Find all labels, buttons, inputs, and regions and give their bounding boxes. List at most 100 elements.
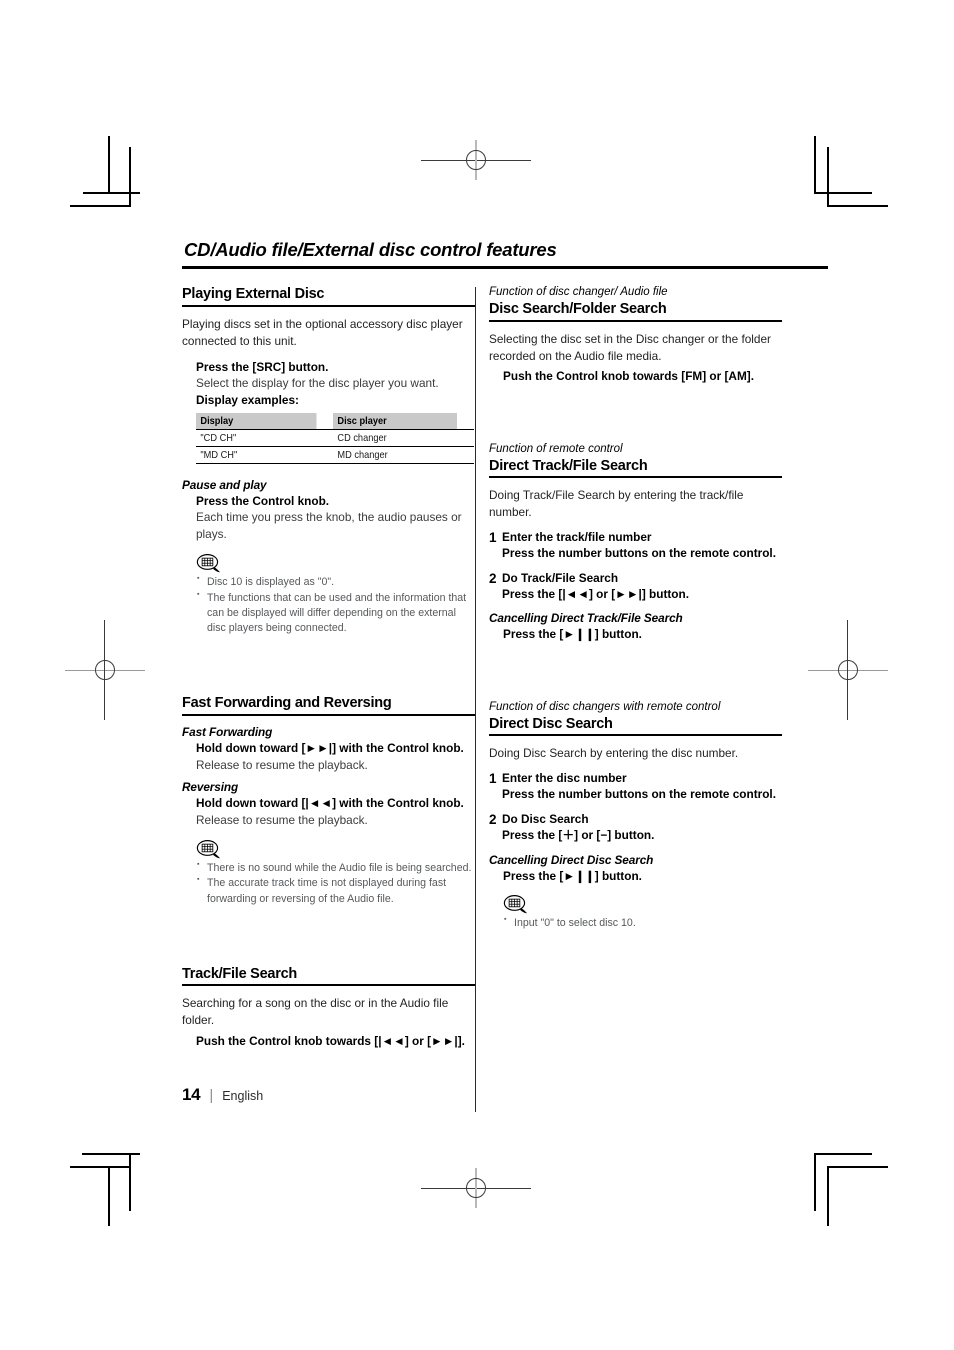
section-intro: Searching for a song on the disc or in t… — [182, 996, 449, 1028]
note-bubble-icon — [196, 839, 221, 858]
registration-mark-left — [65, 620, 145, 720]
registration-mark-right — [808, 620, 888, 720]
table-header-disc-player: Disc player — [333, 412, 458, 430]
section-track-file-search: Track/File Search Searching for a song o… — [182, 966, 475, 1050]
step-number: 2 — [489, 812, 497, 828]
section-intro: Selecting the disc set in the Disc chang… — [489, 331, 771, 363]
table-cell-display: "CD CH" — [196, 429, 317, 447]
note-block: Input "0" to select disc 10. — [503, 894, 782, 931]
step-title: Enter the track/file number — [502, 529, 652, 544]
display-examples-table: Display Disc player "CD CH" CD changer "… — [196, 412, 474, 464]
heading-rule — [182, 305, 475, 308]
cancel-heading: Cancelling Direct Disc Search — [489, 852, 654, 867]
section-heading: Direct Disc Search — [489, 715, 613, 732]
instruction-note: Release to resume the playback. — [196, 812, 368, 827]
cancel-heading: Cancelling Direct Track/File Search — [489, 611, 683, 626]
section-intro: Doing Track/File Search by entering the … — [489, 488, 744, 520]
heading-rule — [489, 319, 782, 322]
subsection-pause-and-play: Pause and play Press the Control knob. E… — [182, 478, 475, 637]
table-header-display: Display — [196, 412, 317, 430]
step-text: Press the [|◄◄] or [►►|] button. — [502, 586, 689, 601]
section-intro: Playing discs set in the optional access… — [182, 317, 463, 348]
step-text: Press the number buttons on the remote c… — [502, 787, 776, 802]
step-2: 2 Do Disc Search Press the [＋] or [−] bu… — [489, 812, 782, 844]
section-fast-forwarding-and-reversing: Fast Forwarding and Reversing Fast Forwa… — [182, 695, 475, 907]
page-number: 14 — [182, 1085, 201, 1104]
note-block: There is no sound while the Audio file i… — [196, 839, 475, 908]
column-divider — [475, 287, 476, 1112]
heading-rule — [182, 984, 475, 987]
note-item: Disc 10 is displayed as "0". — [196, 574, 475, 590]
instruction-note: Select the display for the disc player y… — [196, 376, 439, 391]
instruction-press-src: Press the [SRC] button. — [196, 359, 329, 374]
table-header-row: Display Disc player — [196, 412, 474, 430]
step-number: 1 — [489, 771, 497, 787]
registration-mark-bottom — [421, 1168, 531, 1208]
heading-rule — [489, 476, 782, 479]
note-item: The accurate track time is not displayed… — [196, 875, 475, 907]
step-2: 2 Do Track/File Search Press the [|◄◄] o… — [489, 571, 782, 603]
subsection-heading: Fast Forwarding — [182, 725, 273, 739]
note-bubble-icon — [503, 895, 528, 914]
cancel-instruction: Press the [►❙❙] button. — [503, 868, 642, 883]
note-item: Input "0" to select disc 10. — [503, 915, 782, 931]
step-text: Press the number buttons on the remote c… — [502, 545, 776, 560]
manual-page: CD/Audio file/External disc control feat… — [0, 0, 954, 1350]
right-column: Function of disc changer/ Audio file Dis… — [489, 286, 782, 1049]
instruction-fast-forward: Hold down toward [►►|] with the Control … — [196, 741, 464, 755]
step-text: Press the [＋] or [−] button. — [502, 827, 655, 842]
section-kicker: Function of disc changers with remote co… — [489, 701, 721, 713]
section-disc-search-folder-search: Function of disc changer/ Audio file Dis… — [489, 286, 782, 384]
table-row: "MD CH" MD changer — [196, 446, 474, 464]
left-column: Playing External Disc Playing discs set … — [182, 286, 475, 1049]
instruction-note: Each time you press the knob, the audio … — [196, 510, 462, 542]
page-title: CD/Audio file/External disc control feat… — [184, 239, 557, 260]
page-content: CD/Audio file/External disc control feat… — [182, 239, 828, 1112]
section-kicker: Function of remote control — [489, 442, 623, 455]
table-cell-disc-player: MD changer — [333, 446, 458, 464]
table-cell-display: "MD CH" — [196, 446, 317, 464]
section-direct-track-file-search: Function of remote control Direct Track/… — [489, 443, 782, 643]
page-language: English — [222, 1089, 264, 1103]
section-direct-disc-search: Function of disc changers with remote co… — [489, 701, 782, 932]
instruction-reverse: Hold down toward [|◄◄] with the Control … — [196, 796, 464, 811]
instruction-press-control-knob: Press the Control knob. — [196, 493, 330, 508]
note-bubble-icon — [196, 553, 221, 573]
note-list: Disc 10 is displayed as "0". The functio… — [196, 574, 475, 637]
step-title: Do Disc Search — [502, 812, 589, 827]
heading-rule — [182, 714, 475, 716]
table-label: Display examples: — [196, 392, 299, 407]
heading-rule — [489, 734, 782, 737]
cancel-instruction: Press the [►❙❙] button. — [503, 627, 642, 642]
step-title: Enter the disc number — [502, 771, 627, 786]
subsection-fast-forwarding: Fast Forwarding Hold down toward [►►|] w… — [182, 725, 475, 773]
note-list: There is no sound while the Audio file i… — [196, 860, 475, 908]
instruction-track-file-search: Push the Control knob towards [|◄◄] or [… — [196, 1033, 465, 1048]
footer-separator: | — [209, 1087, 214, 1104]
title-rule — [182, 266, 828, 270]
section-heading: Playing External Disc — [182, 286, 325, 303]
table-row: "CD CH" CD changer — [196, 429, 474, 447]
note-item: There is no sound while the Audio file i… — [196, 860, 475, 876]
subsection-heading: Pause and play — [182, 477, 267, 492]
step-number: 2 — [489, 570, 497, 586]
table-cell-disc-player: CD changer — [333, 429, 458, 447]
note-list: Input "0" to select disc 10. — [503, 915, 782, 931]
section-heading: Direct Track/File Search — [489, 457, 648, 474]
two-column-layout: Playing External Disc Playing discs set … — [182, 286, 828, 1049]
step-1: 1 Enter the track/file number Press the … — [489, 530, 782, 562]
section-heading: Disc Search/Folder Search — [489, 301, 667, 318]
registration-mark-top — [421, 140, 531, 180]
step-1: 1 Enter the disc number Press the number… — [489, 771, 782, 803]
section-intro: Doing Disc Search by entering the disc n… — [489, 746, 739, 761]
section-playing-external-disc: Playing External Disc Playing discs set … — [182, 286, 475, 636]
note-block: Disc 10 is displayed as "0". The functio… — [196, 553, 475, 637]
step-number: 1 — [489, 529, 497, 545]
note-item: The functions that can be used and the i… — [196, 590, 475, 637]
section-heading: Track/File Search — [182, 965, 298, 982]
subsection-heading: Reversing — [182, 780, 239, 795]
section-kicker: Function of disc changer/ Audio file — [489, 286, 668, 299]
step-title: Do Track/File Search — [502, 570, 619, 585]
section-heading: Fast Forwarding and Reversing — [182, 695, 392, 712]
subsection-reversing: Reversing Hold down toward [|◄◄] with th… — [182, 780, 475, 828]
